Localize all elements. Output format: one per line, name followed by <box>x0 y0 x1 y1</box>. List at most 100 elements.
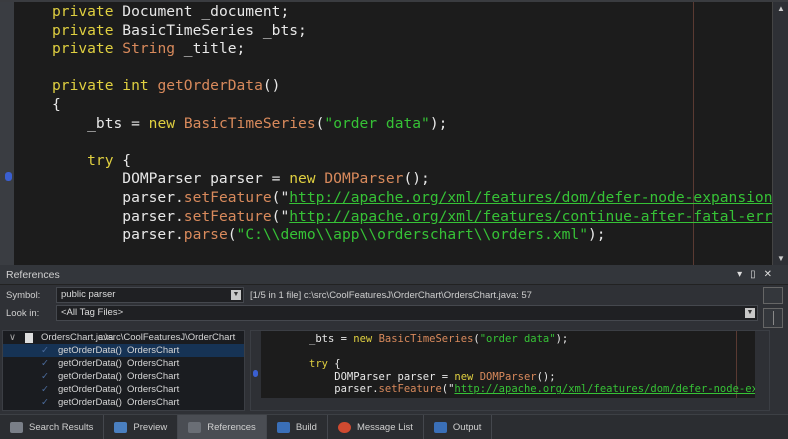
tab-label: Search Results <box>29 422 93 433</box>
code-token: (" <box>272 189 290 206</box>
tab-output[interactable]: Output <box>424 415 493 439</box>
code-line: parser.parse("C:\\demo\\app\\orderschart… <box>52 226 788 245</box>
code-line <box>52 59 788 78</box>
code-token: (); <box>403 170 429 187</box>
code-line <box>52 133 788 152</box>
code-token: (" <box>272 208 290 225</box>
class-name: OrdersChart <box>127 357 179 370</box>
tree-file-node[interactable]: ∨ OrdersChart.java c:\src\CoolFeaturesJ\… <box>3 331 244 344</box>
code-token: BasicTimeSeries <box>184 115 316 132</box>
code-token: parse <box>184 226 228 243</box>
code-token: DOMParser <box>324 170 403 187</box>
code-token: parser. <box>52 226 184 243</box>
dropdown-icon[interactable]: ▾ <box>737 269 750 280</box>
code-token: new <box>289 170 324 187</box>
tree-reference-item[interactable]: ✓getOrderData()OrdersChart <box>3 383 244 396</box>
code-token: (); <box>537 371 556 383</box>
chevron-down-icon[interactable]: ▼ <box>231 290 241 300</box>
code-token: setFeature <box>379 383 442 395</box>
code-line: _bts = new BasicTimeSeries("order data")… <box>309 333 770 346</box>
code-token: "order data" <box>480 333 556 345</box>
references-tree[interactable]: ∨ OrdersChart.java c:\src\CoolFeaturesJ\… <box>2 330 245 411</box>
code-token: ); <box>588 226 606 243</box>
code-line: parser.setFeature("http://apache.org/xml… <box>52 208 788 227</box>
layout-split-button[interactable] <box>763 308 783 328</box>
code-token: { <box>122 152 131 169</box>
code-token: parser. <box>309 383 379 395</box>
file-path: c:\src\CoolFeaturesJ\OrderChart <box>98 331 235 344</box>
code-token: setFeature <box>184 189 272 206</box>
code-token: http://apache.org/xml/features/dom/defer… <box>454 383 770 395</box>
code-token: DOMParser <box>480 371 537 383</box>
code-token: setFeature <box>184 208 272 225</box>
bookmark-icon <box>253 370 258 377</box>
class-name: OrdersChart <box>127 344 179 357</box>
tab-references[interactable]: References <box>178 415 267 439</box>
code-editor[interactable]: private Document _document;private Basic… <box>0 0 788 265</box>
function-name: getOrderData() <box>58 370 122 383</box>
tab-label: References <box>207 422 256 433</box>
function-name: getOrderData() <box>58 357 122 370</box>
check-icon: ✓ <box>41 396 49 409</box>
check-icon: ✓ <box>41 357 49 370</box>
tab-label: Build <box>296 422 317 433</box>
code-token: http://apache.org/xml/features/continue-… <box>289 208 788 225</box>
tree-reference-item[interactable]: ✓getOrderData()OrdersChart <box>3 344 244 357</box>
tab-build[interactable]: Build <box>267 415 328 439</box>
layout-single-button[interactable] <box>763 287 783 304</box>
code-token: (" <box>442 383 455 395</box>
code-token: DOMParser parser = <box>52 170 289 187</box>
class-name: OrdersChart <box>127 370 179 383</box>
code-line: try { <box>309 358 770 371</box>
code-line: parser.setFeature("http://apache.org/xml… <box>52 189 788 208</box>
editor-scrollbar[interactable]: ▲ ▼ <box>772 2 788 265</box>
code-token: try <box>309 358 334 370</box>
code-token: parser. <box>52 208 184 225</box>
chevron-down-icon[interactable]: ▼ <box>745 308 755 318</box>
code-line: parser.setFeature("http://apache.org/xml… <box>309 383 770 396</box>
tab-icon <box>338 422 351 433</box>
check-icon: ✓ <box>41 370 49 383</box>
scroll-up-icon[interactable]: ▲ <box>773 4 788 13</box>
lookin-select[interactable]: <All Tag Files> ▼ <box>56 305 758 321</box>
tree-reference-item[interactable]: ✓getOrderData()OrdersChart <box>3 396 244 409</box>
tree-reference-item[interactable]: ✓ getOrderData() OrdersChart <box>3 357 244 370</box>
panel-titlebar: References ▾▯✕ <box>0 265 788 285</box>
tree-reference-item[interactable]: ✓ getOrderData() OrdersChart <box>3 370 244 383</box>
code-token: ); <box>430 115 448 132</box>
chevron-down-icon[interactable]: ∨ <box>9 331 16 344</box>
code-token: parser. <box>52 189 184 206</box>
code-line: DOMParser parser = new DOMParser(); <box>52 170 788 189</box>
tab-message-list[interactable]: Message List <box>328 415 424 439</box>
symbol-select[interactable]: public parser ▼ <box>56 287 244 303</box>
symbol-label: Symbol: <box>6 287 40 304</box>
code-token: http://apache.org/xml/features/dom/defer… <box>289 189 772 206</box>
reference-preview[interactable]: _bts = new BasicTimeSeries("order data")… <box>250 330 770 411</box>
code-token: ( <box>228 226 237 243</box>
bookmark-icon <box>5 172 12 181</box>
tab-search-results[interactable]: Search Results <box>0 415 104 439</box>
code-token: try <box>52 152 122 169</box>
tab-icon <box>114 422 127 433</box>
tab-icon <box>188 422 201 433</box>
code-line: private Document _document; <box>52 3 788 22</box>
tab-label: Message List <box>357 422 413 433</box>
code-text[interactable]: private Document _document;private Basic… <box>52 3 788 245</box>
code-line: private int getOrderData() <box>52 77 788 96</box>
pin-icon[interactable]: ▯ <box>750 269 764 280</box>
code-token: BasicTimeSeries _bts; <box>122 22 307 39</box>
code-token: String <box>122 40 175 57</box>
close-icon[interactable]: ✕ <box>764 269 780 280</box>
code-token: _bts = <box>309 333 353 345</box>
preview-hscrollbar[interactable] <box>251 398 769 410</box>
scroll-down-icon[interactable]: ▼ <box>773 254 788 263</box>
code-line: private String _title; <box>52 40 788 59</box>
code-token: () <box>263 77 281 94</box>
code-token: { <box>52 96 61 113</box>
tab-preview[interactable]: Preview <box>104 415 178 439</box>
tab-icon <box>434 422 447 433</box>
code-token: { <box>334 358 340 370</box>
code-token: DOMParser parser = <box>309 371 454 383</box>
editor-gutter[interactable] <box>0 2 14 265</box>
file-icon <box>25 333 33 343</box>
